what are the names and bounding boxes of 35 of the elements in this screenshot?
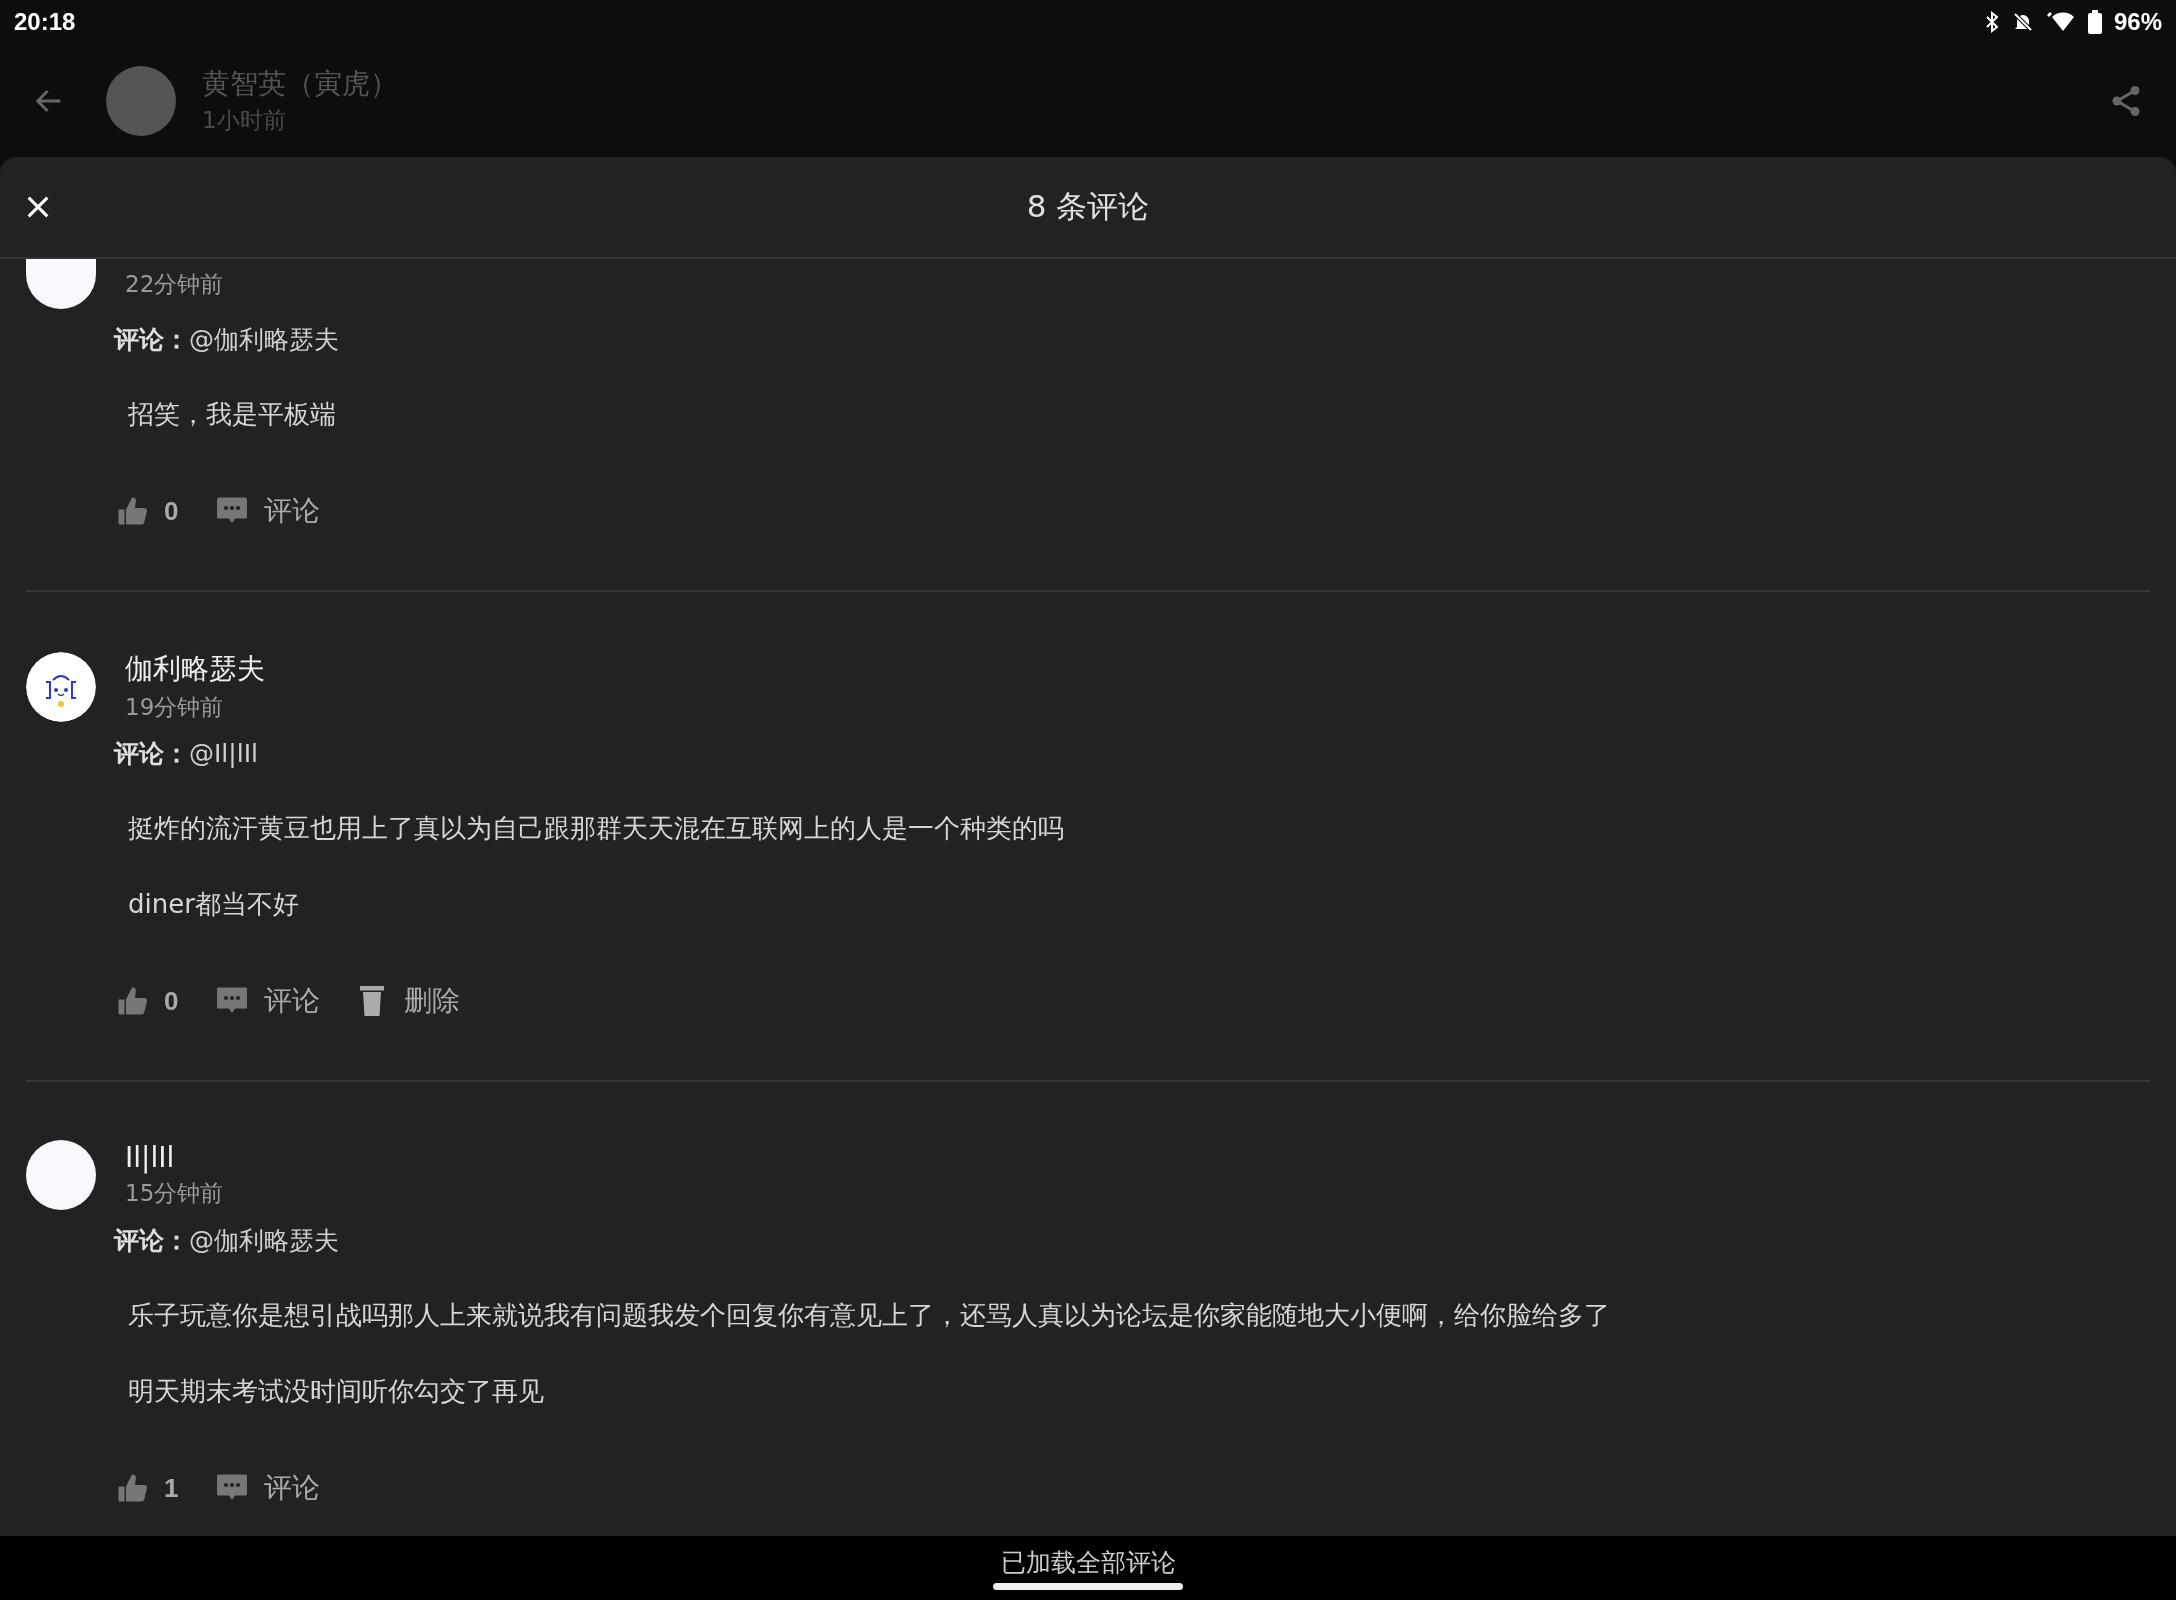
comment-text: 挺炸的流汗黄豆也用上了真以为自己跟那群天天混在互联网上的人是一个种类的吗 [128, 812, 1065, 845]
bell-muted-icon [2011, 11, 2034, 33]
battery-icon [2087, 10, 2102, 34]
comment-text: 招笑，我是平板端 [128, 398, 337, 431]
status-time: 20:18 [14, 8, 76, 36]
reply-mention: @伽利略瑟夫 [189, 1226, 339, 1255]
comment-action[interactable]: 评论 [264, 982, 321, 1020]
bluetooth-icon [1983, 11, 2000, 33]
like-count: 1 [164, 1472, 179, 1504]
sheet-title: 8 条评论 [1026, 187, 1150, 226]
comment-text: 乐子玩意你是想引战吗那人上来就说我有问题我发个回复你有意见上了，还骂人真以为论坛是你家能随地大小便啊，给你脸给多了 [128, 1299, 1611, 1332]
cat-face-avatar [26, 651, 96, 722]
user-avatar [26, 259, 96, 309]
comment-time: 19分钟前 [125, 693, 225, 722]
comment-time: 22分钟前 [125, 269, 224, 299]
reply-mention: @伽利略瑟夫 [189, 325, 339, 354]
like-count: 0 [164, 495, 179, 527]
wifi-icon [2045, 11, 2076, 33]
post-author: 黄智英（寅虎） [202, 66, 399, 102]
post-time: 1小时前 [202, 106, 287, 135]
comment-text: diner都当不好 [128, 888, 300, 921]
comment-text: 明天期末考试没时间听你勾交了再见 [128, 1375, 545, 1408]
delete-action[interactable]: 删除 [404, 982, 461, 1020]
comment-author: 伽利略瑟夫 [125, 651, 265, 687]
battery-level: 96% [2113, 8, 2162, 36]
reply-label: 评论： [114, 325, 189, 354]
comment-author: Il|lIl [125, 1141, 176, 1174]
reply-label: 评论： [114, 739, 189, 768]
footer-status: 已加载全部评论 [1000, 1547, 1176, 1579]
comment-action[interactable]: 评论 [264, 1469, 321, 1507]
comment-action[interactable]: 评论 [264, 492, 321, 530]
reply-label: 评论： [114, 1226, 189, 1255]
like-count: 0 [164, 985, 179, 1017]
comment-time: 15分钟前 [125, 1179, 224, 1208]
reply-mention: @Il|lIl [189, 739, 258, 768]
